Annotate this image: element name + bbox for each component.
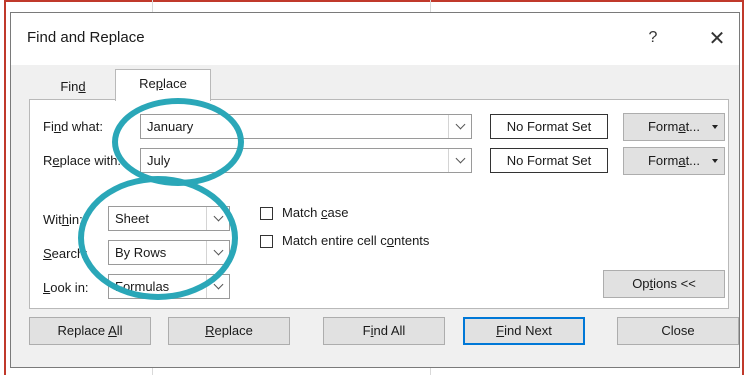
find-format-button[interactable]: Format...	[623, 113, 725, 141]
replace-with-input[interactable]: July	[140, 148, 472, 173]
match-entire-cell-checkbox[interactable]	[260, 235, 273, 248]
sheet-border-right	[742, 0, 744, 375]
dropdown-arrow-icon	[712, 159, 718, 163]
replace-with-value: July	[147, 153, 171, 168]
look-in-label: Look in:	[43, 280, 89, 295]
chevron-down-icon	[455, 119, 465, 130]
tab-find[interactable]: Find	[33, 74, 113, 100]
replace-panel: Find what: January No Format Set Format.…	[29, 99, 729, 309]
replace-all-button[interactable]: Replace All	[29, 317, 151, 345]
replace-button[interactable]: Replace	[168, 317, 290, 345]
within-select[interactable]: Sheet	[108, 206, 230, 231]
search-select[interactable]: By Rows	[108, 240, 230, 265]
dialog-title: Find and Replace	[27, 29, 145, 46]
search-label: Search:	[43, 246, 88, 261]
find-what-input[interactable]: January	[140, 114, 472, 139]
search-value: By Rows	[115, 245, 167, 260]
look-in-dropdown[interactable]	[206, 275, 229, 298]
sheet-border-left	[4, 0, 6, 375]
find-next-button[interactable]: Find Next	[463, 317, 585, 345]
title-bar: Find and Replace ? ✕	[11, 13, 739, 65]
within-value: Sheet	[115, 211, 149, 226]
look-in-select[interactable]: Formulas	[108, 274, 230, 299]
find-format-preview: No Format Set	[490, 114, 608, 139]
replace-format-preview: No Format Set	[490, 148, 608, 173]
help-icon: ?	[648, 29, 658, 46]
match-case-checkbox[interactable]	[260, 207, 273, 220]
sheet-border-top	[4, 0, 744, 2]
dropdown-arrow-icon	[712, 125, 718, 129]
replace-with-label: Replace with:	[43, 153, 122, 168]
find-what-value: January	[147, 119, 194, 134]
help-button[interactable]: ?	[633, 23, 673, 53]
chevron-down-icon	[213, 211, 223, 222]
tab-replace[interactable]: Replace	[115, 69, 211, 101]
replace-with-dropdown[interactable]	[448, 149, 471, 172]
match-entire-cell-label[interactable]: Match entire cell contents	[282, 233, 429, 248]
chevron-down-icon	[455, 153, 465, 164]
chevron-down-icon	[213, 279, 223, 290]
within-label: Within:	[43, 212, 83, 227]
match-case-label[interactable]: Match case	[282, 205, 348, 220]
look-in-value: Formulas	[115, 279, 170, 294]
find-replace-dialog: Find and Replace ? ✕ Find Replace Find w…	[10, 12, 740, 368]
replace-format-button[interactable]: Format...	[623, 147, 725, 175]
find-all-button[interactable]: Find All	[323, 317, 445, 345]
within-dropdown[interactable]	[206, 207, 229, 230]
search-dropdown[interactable]	[206, 241, 229, 264]
close-window-button[interactable]: ✕	[697, 23, 737, 53]
find-what-dropdown[interactable]	[448, 115, 471, 138]
chevron-down-icon	[213, 245, 223, 256]
close-icon: ✕	[708, 27, 726, 50]
find-what-label: Find what:	[43, 119, 103, 134]
close-button[interactable]: Close	[617, 317, 739, 345]
options-button[interactable]: Options <<	[603, 270, 725, 298]
